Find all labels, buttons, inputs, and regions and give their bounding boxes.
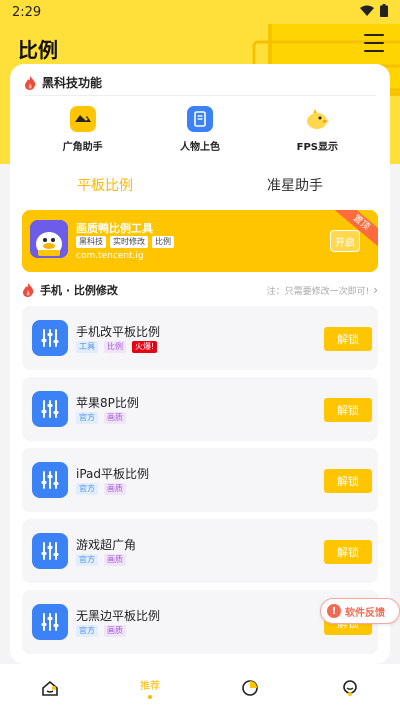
nav-label: 推荐 <box>140 681 160 692</box>
tech-header: 黑科技功能 <box>24 70 376 96</box>
item-tags: 官方 画质 <box>76 554 126 566</box>
section-title: 手机 · 比例修改 <box>40 284 118 297</box>
tab-crosshair[interactable]: 准星助手 <box>200 168 390 202</box>
item-tag: 火爆! <box>132 341 158 353</box>
item-tags: 工具 比例 火爆! <box>76 341 158 353</box>
item-name: 无黑边平板比例 <box>76 609 161 623</box>
item-tags: 官方 画质 <box>76 412 126 424</box>
sliders-icon <box>32 604 68 640</box>
item-tag: 画质 <box>104 554 126 566</box>
tech-items: 广角助手 人物上色 FPS显示 <box>24 96 376 153</box>
sliders-icon <box>32 391 68 427</box>
status-icons <box>360 3 388 21</box>
item-tag: 官方 <box>76 483 98 495</box>
menu-button[interactable] <box>364 34 384 52</box>
active-dot <box>148 695 152 699</box>
tab-tablet-ratio[interactable]: 平板比例 <box>10 168 200 202</box>
nav-home[interactable] <box>0 664 100 712</box>
status-time: 2:29 <box>12 4 42 20</box>
battery-icon <box>380 3 388 21</box>
fire-icon <box>23 283 34 297</box>
tech-item-wide-angle[interactable]: 广角助手 <box>38 106 128 153</box>
wide-angle-icon <box>69 106 96 132</box>
unlock-button[interactable]: 解锁 <box>324 540 372 564</box>
promo-name: 画质鸭比例工具 <box>76 222 153 235</box>
profile-icon <box>343 680 357 696</box>
unlock-button[interactable]: 解锁 <box>324 469 372 493</box>
chevron-right-icon[interactable]: › <box>373 283 378 297</box>
status-bar: 2:29 <box>0 0 400 24</box>
tech-label: FPS显示 <box>296 142 338 153</box>
unlock-button[interactable]: 解锁 <box>324 398 372 422</box>
item-tag: 比例 <box>104 341 126 353</box>
promo-tag: 比例 <box>152 236 174 248</box>
unlock-button[interactable]: 解锁 <box>324 327 372 351</box>
tech-item-fps[interactable]: FPS显示 <box>272 106 362 153</box>
section-header: 手机 · 比例修改 注：只需要修改一次即可! › <box>22 281 378 299</box>
nav-profile[interactable] <box>300 664 400 712</box>
bottom-nav: 推荐 <box>0 664 400 712</box>
tech-label: 人物上色 <box>179 142 220 153</box>
sliders-icon <box>32 533 68 569</box>
nav-recommend[interactable]: 推荐 <box>100 664 200 712</box>
tech-title: 黑科技功能 <box>42 76 103 90</box>
item-tags: 官方 画质 <box>76 483 126 495</box>
item-tag: 画质 <box>104 625 126 637</box>
promo-tag: 黑科技 <box>76 236 106 248</box>
tab-bar: 平板比例 准星助手 <box>10 168 390 202</box>
list-item[interactable]: iPad平板比例 官方 画质 解锁 <box>22 448 378 512</box>
item-tag: 画质 <box>104 483 126 495</box>
item-name: 苹果8P比例 <box>76 396 139 410</box>
promo-tag: 实时修改 <box>110 236 148 248</box>
item-tag: 官方 <box>76 412 98 424</box>
sliders-icon <box>32 462 68 498</box>
promo-package: com.tencent.ig <box>76 251 144 261</box>
item-name: 手机改平板比例 <box>76 325 161 339</box>
sliders-icon <box>32 320 68 356</box>
list-item[interactable]: 游戏超广角 官方 画质 解锁 <box>22 519 378 583</box>
item-tag: 官方 <box>76 625 98 637</box>
pie-chart-icon <box>242 680 258 696</box>
item-tags: 官方 画质 <box>76 625 126 637</box>
fire-icon <box>25 75 36 90</box>
item-name: iPad平板比例 <box>76 467 150 481</box>
item-name: 游戏超广角 <box>76 538 137 552</box>
list-item[interactable]: 手机改平板比例 工具 比例 火爆! 解锁 <box>22 306 378 370</box>
promo-card[interactable]: 画质鸭比例工具 黑科技 实时修改 比例 com.tencent.ig 开启 置顶 <box>22 210 378 272</box>
page-title: 比例 <box>18 38 58 62</box>
feedback-button[interactable]: ! 软件反馈 <box>320 598 400 624</box>
bird-icon <box>304 106 330 132</box>
duck-app-icon <box>30 220 68 258</box>
wifi-icon <box>360 5 374 20</box>
list-item[interactable]: 苹果8P比例 官方 画质 解锁 <box>22 377 378 441</box>
tech-label: 广角助手 <box>62 142 103 153</box>
item-tag: 官方 <box>76 554 98 566</box>
nav-stats[interactable] <box>200 664 300 712</box>
promo-tags: 黑科技 实时修改 比例 <box>76 236 174 248</box>
item-tag: 工具 <box>76 341 98 353</box>
warning-icon: ! <box>327 604 341 618</box>
tech-item-colorize[interactable]: 人物上色 <box>155 106 245 153</box>
feedback-label: 软件反馈 <box>345 607 385 619</box>
home-icon <box>42 680 58 696</box>
tech-section: 黑科技功能 广角助手 人物上色 FPS显示 <box>24 70 376 166</box>
document-icon <box>186 106 213 132</box>
section-note[interactable]: 注：只需要修改一次即可! <box>267 284 370 297</box>
item-tag: 画质 <box>104 412 126 424</box>
open-button[interactable]: 开启 <box>330 230 360 252</box>
